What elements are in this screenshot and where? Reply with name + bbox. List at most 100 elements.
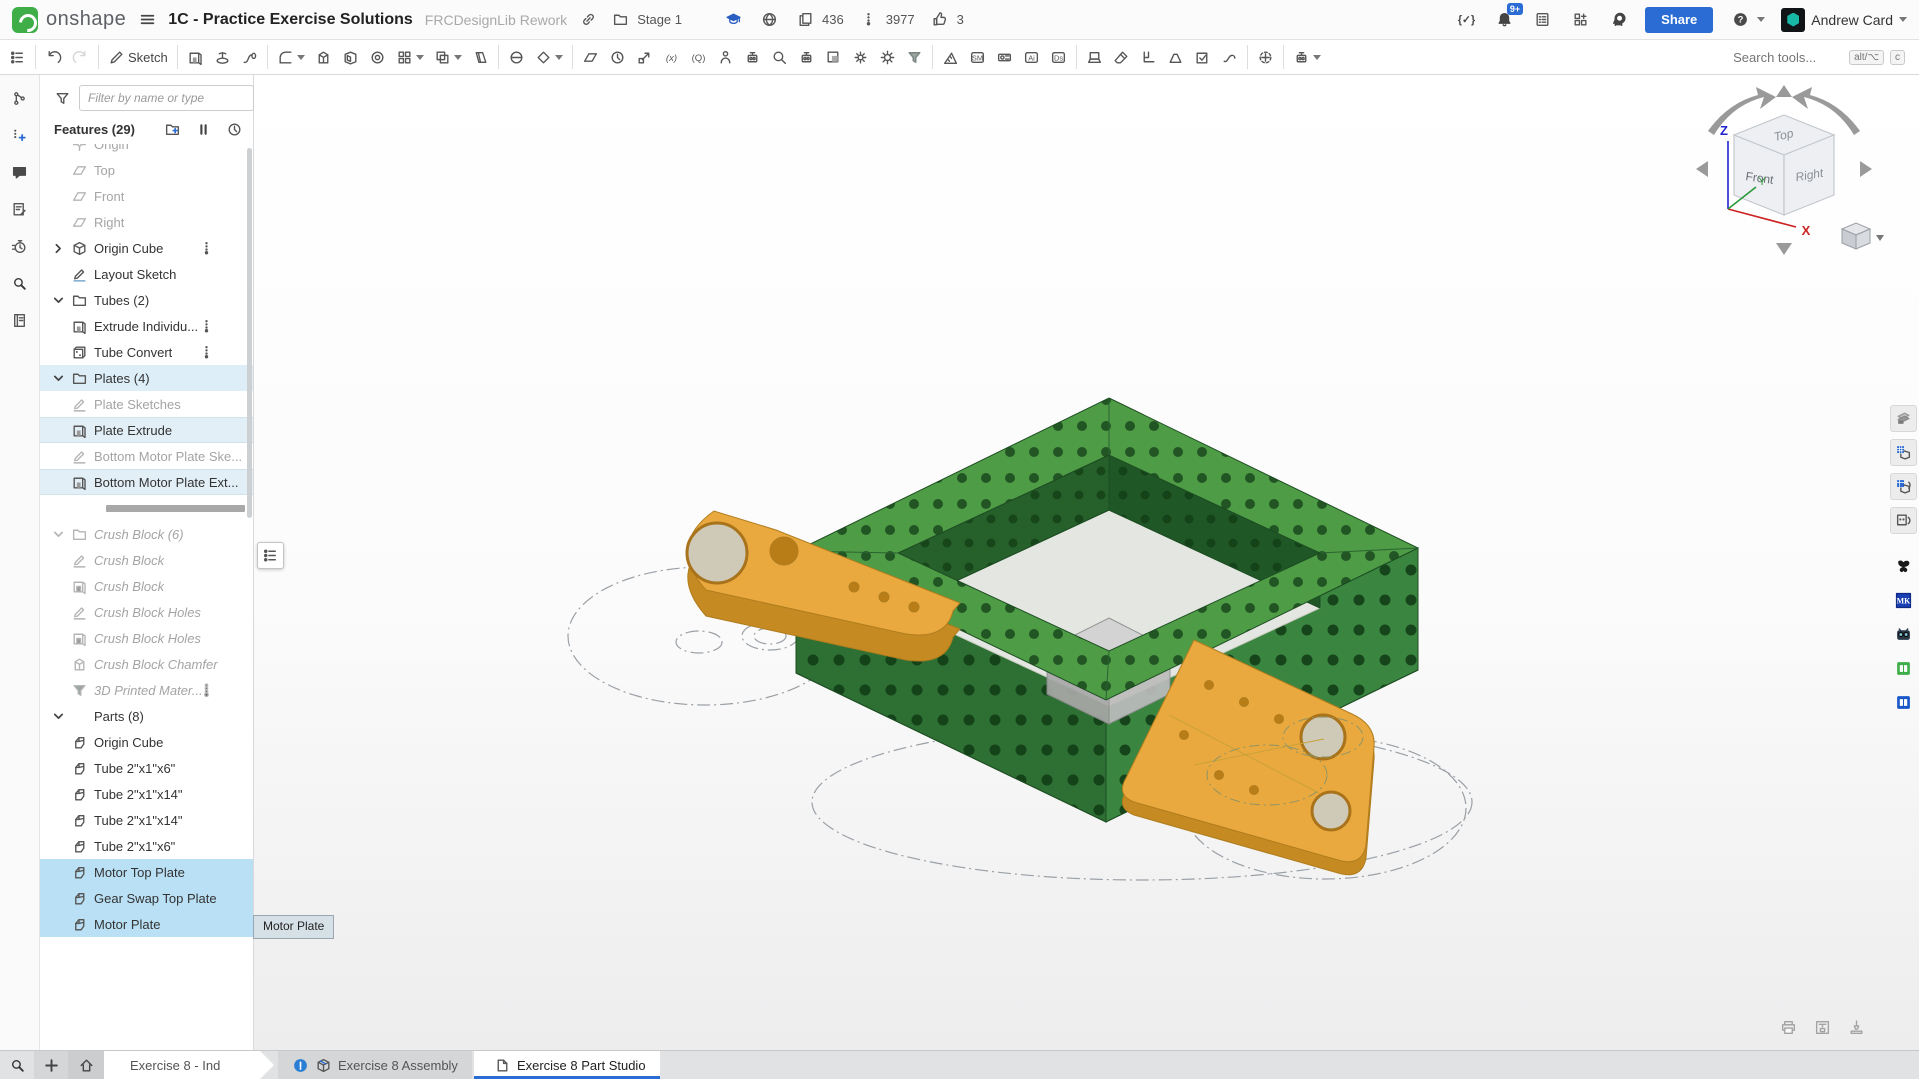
tree-row[interactable]: Bottom Motor Plate Ske... (40, 443, 253, 469)
account-menu[interactable]: Andrew Card (1781, 8, 1907, 32)
help-menu[interactable]: ? (1729, 9, 1765, 31)
document-tab[interactable]: Exercise 8 - Ind (104, 1051, 274, 1079)
revolve-button[interactable] (209, 42, 236, 72)
settings-gear-button[interactable] (874, 42, 901, 72)
tree-row[interactable]: Crush Block Chamfer (40, 651, 253, 677)
likes-stat[interactable]: 3 (929, 9, 964, 31)
tree-row[interactable]: Plates (4) (40, 365, 253, 391)
tree-row[interactable]: Tubes (2) (40, 287, 253, 313)
mate-connector-button[interactable] (712, 42, 739, 72)
redo-button[interactable] (67, 42, 94, 72)
fillet-button[interactable] (272, 42, 310, 72)
tree-row[interactable]: Tube 2"x1"x6" (40, 833, 253, 859)
share-button[interactable]: Share (1645, 7, 1713, 33)
sweep-button[interactable] (236, 42, 263, 72)
filter-tool-button[interactable] (901, 42, 928, 72)
search-tabs-button[interactable] (0, 1051, 34, 1079)
curve-tool-button[interactable] (1216, 42, 1243, 72)
tree-row[interactable]: Bottom Motor Plate Ext... (40, 469, 253, 495)
tree-row[interactable]: Origin (40, 144, 253, 157)
learning-center-icon[interactable] (1607, 9, 1629, 31)
feature-script-icon[interactable]: {✓} (1455, 9, 1477, 31)
boolean-button[interactable] (429, 42, 467, 72)
onshape-logo[interactable]: onshape (12, 7, 126, 33)
replicate-feature-button[interactable] (793, 42, 820, 72)
notifications-button[interactable]: 9+ (1493, 9, 1515, 31)
tree-row[interactable]: Tube 2"x1"x14" (40, 807, 253, 833)
checklist-icon[interactable] (1531, 9, 1553, 31)
origin-target-button[interactable] (1252, 42, 1279, 72)
suppress-pause-icon[interactable] (195, 121, 212, 138)
tree-row[interactable]: Crush Block (40, 547, 253, 573)
version-selector[interactable]: Stage 1 (609, 9, 682, 31)
material-button[interactable] (820, 42, 847, 72)
new-folder-icon[interactable] (164, 121, 181, 138)
apps-grid-icon[interactable] (1569, 9, 1591, 31)
wrap-button[interactable] (503, 42, 530, 72)
tree-row[interactable]: Origin Cube (40, 729, 253, 755)
measure-button[interactable] (937, 42, 964, 72)
tree-row[interactable]: Origin Cube (40, 235, 253, 261)
3d-viewport[interactable]: Top Front Right Z X Y MK (254, 75, 1919, 1050)
weld-button[interactable] (1108, 42, 1135, 72)
pattern-button[interactable] (391, 42, 429, 72)
tree-row[interactable]: Tube Convert (40, 339, 253, 365)
modify-fillet-button[interactable] (530, 42, 568, 72)
tree-row[interactable]: Crush Block (6) (40, 521, 253, 547)
loft-button[interactable] (467, 42, 494, 72)
search-tools-input[interactable] (1733, 50, 1843, 65)
feature-dialog-flyout-button[interactable] (257, 542, 284, 569)
filter-funnel-icon[interactable] (54, 90, 71, 107)
ds-tool-button[interactable]: Ds (1045, 42, 1072, 72)
shell-button[interactable] (337, 42, 364, 72)
tree-row[interactable]: Front (40, 183, 253, 209)
forks-stat[interactable]: 3977 (858, 9, 915, 31)
frame-tool-button[interactable] (847, 42, 874, 72)
search-tools[interactable]: alt/⌥ c (1733, 50, 1915, 65)
document-tab[interactable]: Exercise 8 Assembly (278, 1051, 472, 1079)
tree-row[interactable]: Tube 2"x1"x14" (40, 781, 253, 807)
tree-row[interactable]: Crush Block (40, 573, 253, 599)
robot-menu-button[interactable] (1288, 42, 1326, 72)
tree-row[interactable]: Gear Swap Top Plate (40, 885, 253, 911)
helix-button[interactable] (604, 42, 631, 72)
wedge-tool-button[interactable] (1162, 42, 1189, 72)
filter-input[interactable] (79, 85, 254, 111)
lookup-button[interactable]: (Q) (685, 42, 712, 72)
notebook-tool-button[interactable] (1081, 42, 1108, 72)
transform-button[interactable] (631, 42, 658, 72)
tree-row[interactable]: Layout Sketch (40, 261, 253, 287)
tree-scrollbar[interactable] (247, 148, 252, 518)
variable-button[interactable]: (x) (658, 42, 685, 72)
tree-row[interactable]: Crush Block Holes (40, 599, 253, 625)
view-cube[interactable]: Top Front Right Z X Y (1684, 77, 1884, 262)
tree-row[interactable]: Right (40, 209, 253, 235)
copies-stat[interactable]: 436 (794, 9, 844, 31)
ai-tool-button[interactable]: Ai (1018, 42, 1045, 72)
tree-row[interactable]: Tube 2"x1"x6" (40, 755, 253, 781)
plane-tool-button[interactable] (577, 42, 604, 72)
tree-row[interactable]: Parts (8) (40, 703, 253, 729)
tree-row[interactable]: Motor Plate (40, 911, 253, 937)
link-icon[interactable] (577, 9, 599, 31)
tree-row[interactable]: Top (40, 157, 253, 183)
add-tab-button[interactable] (34, 1051, 68, 1079)
hamburger-menu-icon[interactable] (136, 9, 158, 31)
sketch-button[interactable]: Sketch (103, 42, 173, 72)
validate-button[interactable] (1189, 42, 1216, 72)
hole-button[interactable] (364, 42, 391, 72)
document-tab[interactable]: Exercise 8 Part Studio (474, 1051, 660, 1079)
corner-tool-button[interactable] (1135, 42, 1162, 72)
sheet-metal-button[interactable]: SM (964, 42, 991, 72)
part-search-button[interactable] (766, 42, 793, 72)
tape-measure-button[interactable] (991, 42, 1018, 72)
custom-feature-button[interactable] (739, 42, 766, 72)
tree-row[interactable]: Plate Sketches (40, 391, 253, 417)
tree-row[interactable]: Crush Block Holes (40, 625, 253, 651)
chamfer-button[interactable] (310, 42, 337, 72)
home-button[interactable] (68, 1051, 104, 1079)
undo-button[interactable] (40, 42, 67, 72)
toggle-feature-list-button[interactable] (4, 42, 31, 72)
rollback-bar[interactable] (40, 495, 253, 521)
tree-row[interactable]: 3D Printed Mater... (40, 677, 253, 703)
